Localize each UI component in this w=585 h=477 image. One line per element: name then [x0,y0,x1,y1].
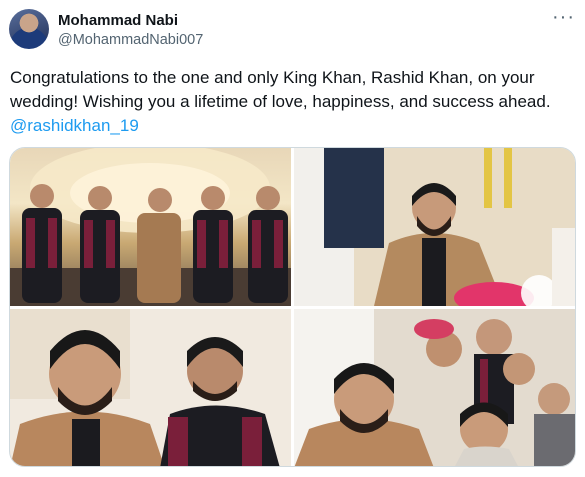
author-avatar[interactable] [9,9,49,49]
media-grid [9,147,576,467]
photo-2[interactable] [294,148,575,306]
photo-1[interactable] [10,148,291,306]
more-horizontal-icon[interactable]: ··· [552,6,575,29]
tweet-text: Congratulations to the one and only King… [10,66,575,138]
photo-3[interactable] [10,309,291,466]
tweet-body: Congratulations to the one and only King… [10,68,551,111]
tweet-card[interactable]: Mohammad Nabi @MohammadNabi007 ··· Congr… [0,0,585,477]
photo-4[interactable] [294,309,575,466]
author-name[interactable]: Mohammad Nabi [58,12,178,29]
mention-link[interactable]: @rashidkhan_19 [10,114,139,138]
author-handle[interactable]: @MohammadNabi007 [58,32,203,48]
